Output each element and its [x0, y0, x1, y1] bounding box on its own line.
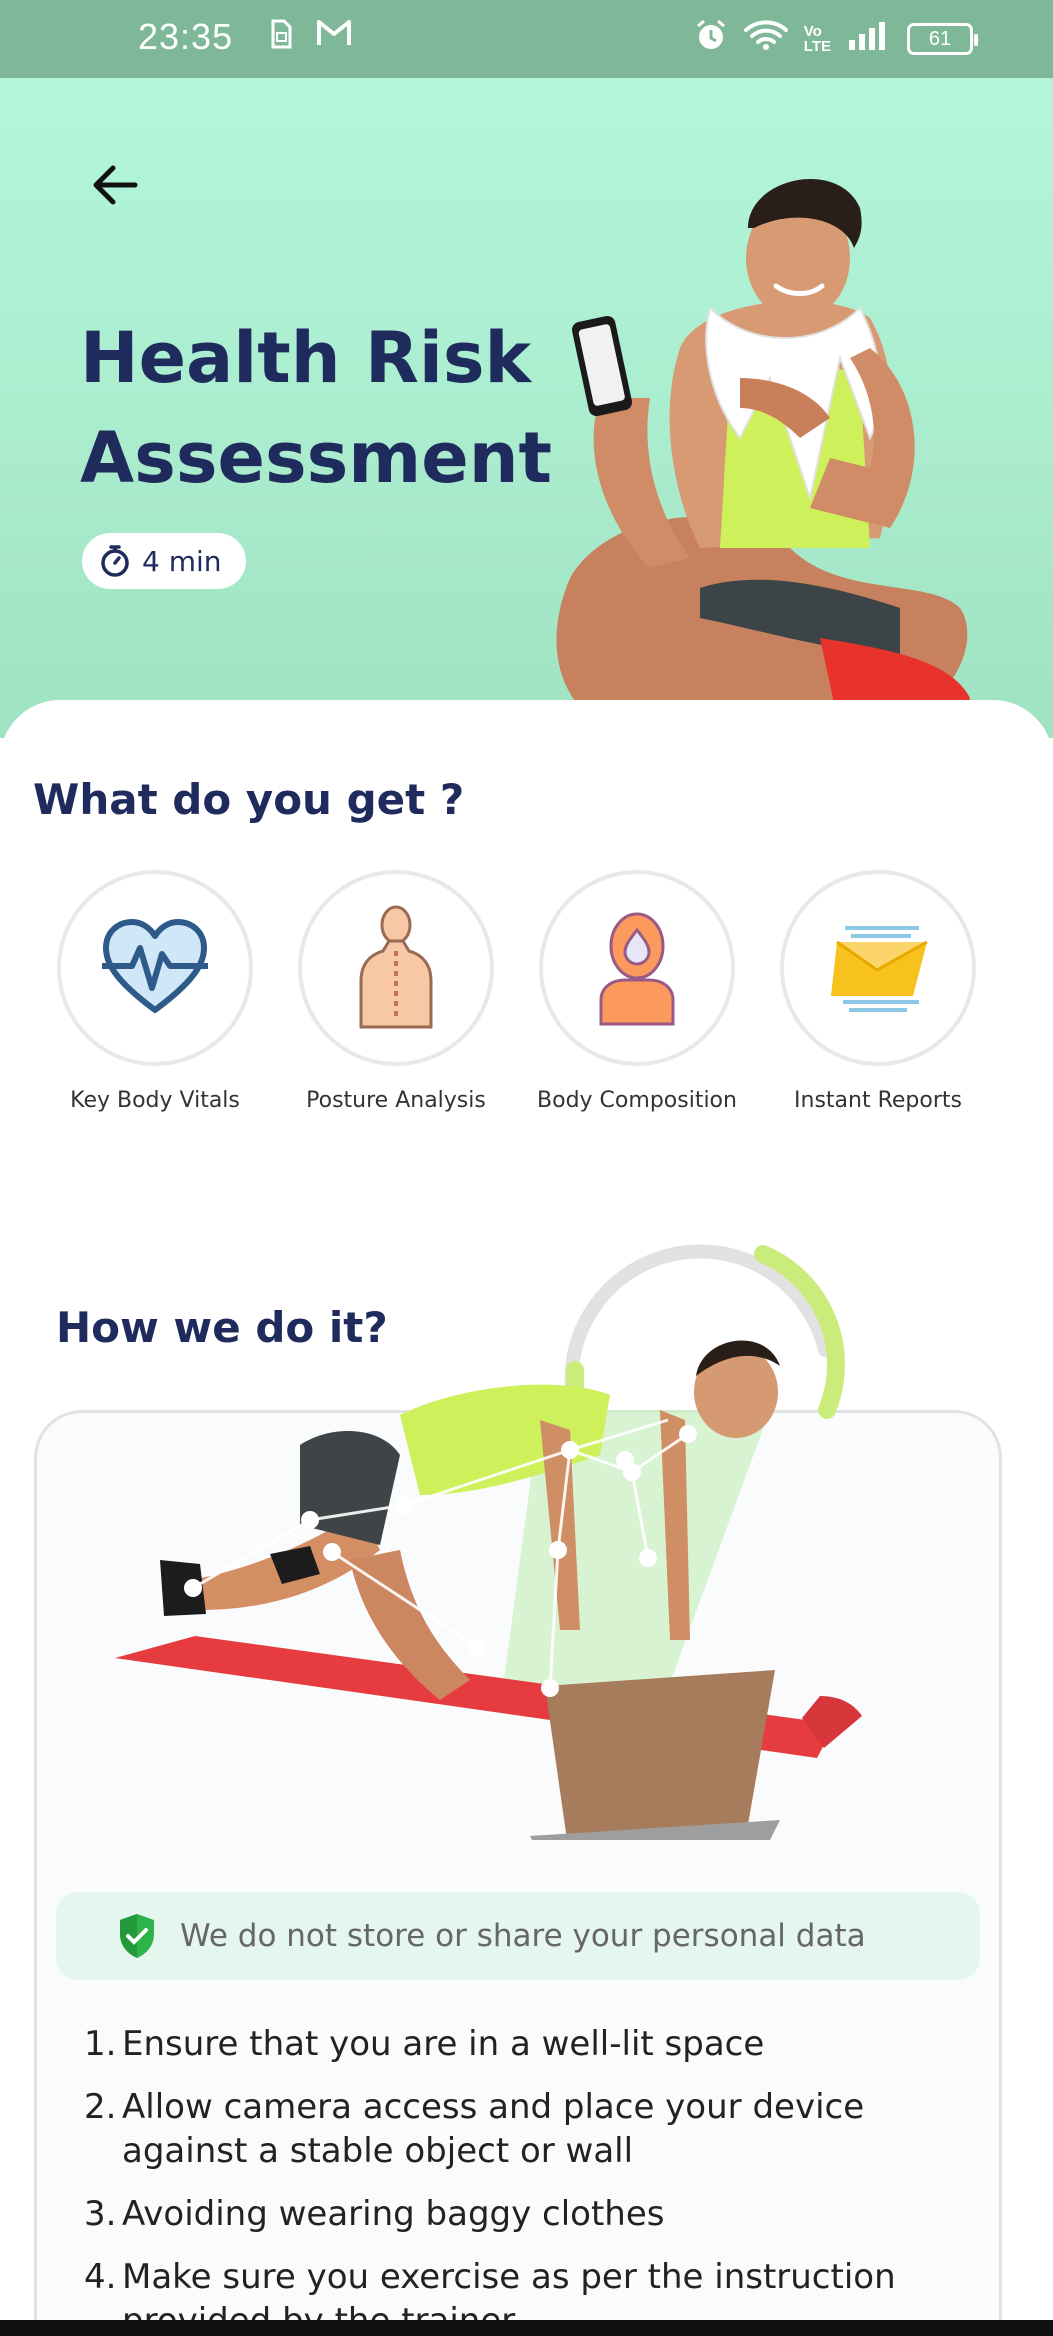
exercise-pose-image — [115, 1340, 862, 1840]
features-section-title: What do you get ? — [33, 775, 465, 824]
list-item: 1. Ensure that you are in a well-lit spac… — [84, 2024, 765, 2064]
feature-instant-reports[interactable]: Instant Reports — [778, 870, 978, 1114]
privacy-text: We do not store or share your personal d… — [180, 1918, 866, 1954]
report-envelope-icon — [831, 926, 928, 1012]
alarm-icon — [694, 18, 728, 60]
feature-label: Posture Analysis — [306, 1088, 486, 1113]
stopwatch-icon — [101, 545, 129, 577]
system-nav-bar — [0, 2320, 1053, 2336]
instruction-list: 1. Ensure that you are in a well-lit spac… — [84, 2022, 964, 2336]
shield-check-icon — [120, 1914, 154, 1958]
spine-back-icon — [359, 905, 433, 1029]
hero-person-image — [556, 179, 970, 738]
feature-label: Key Body Vitals — [70, 1088, 240, 1113]
duration-badge: 4 min — [82, 533, 246, 589]
feature-body-composition[interactable]: Body Composition — [537, 870, 737, 1114]
privacy-banner: We do not store or share your personal d… — [56, 1892, 980, 1980]
back-button[interactable] — [80, 150, 150, 220]
list-item: 2. Allow camera access and place your dev… — [84, 2087, 865, 2171]
volte-icon: Vo LTE — [803, 23, 831, 55]
list-item: 3. Avoiding wearing baggy clothes — [84, 2194, 665, 2234]
feature-label: Instant Reports — [794, 1088, 962, 1113]
body-composition-icon — [599, 912, 675, 1026]
page-title: Health Risk Assessment — [80, 317, 553, 499]
hero-banner: Health Risk Assessment 4 min — [0, 78, 1053, 738]
arrow-left-icon — [93, 165, 138, 205]
feature-key-body-vitals[interactable]: Key Body Vitals — [55, 870, 255, 1114]
wifi-icon — [743, 19, 788, 59]
feature-posture-analysis[interactable]: Posture Analysis — [296, 870, 496, 1114]
gmail-icon — [316, 18, 352, 58]
feature-label: Body Composition — [537, 1088, 737, 1113]
battery-indicator: 61 — [907, 23, 978, 55]
status-time: 23:35 — [138, 16, 234, 57]
sim-icon — [268, 18, 294, 58]
heart-pulse-icon — [102, 919, 208, 1013]
status-bar: 23:35 Vo LTE 61 — [0, 0, 1053, 78]
signal-icon — [847, 20, 891, 58]
duration-text: 4 min — [142, 544, 222, 578]
